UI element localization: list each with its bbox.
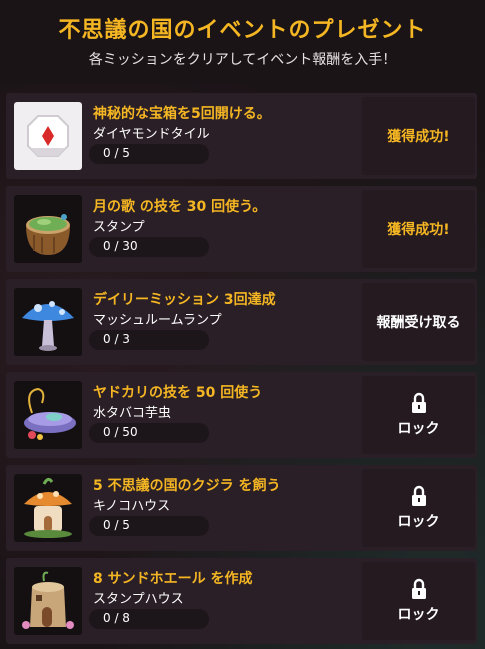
locked-mission-button[interactable]: ロック xyxy=(362,469,475,547)
mission-title: 神秘的な宝箱を5回開ける。 xyxy=(93,106,271,122)
mission-card: 5 不思議の国のクジラ を飼う キノコハウス 0 / 5 ロック xyxy=(6,465,477,551)
locked-mission-button[interactable]: ロック xyxy=(362,562,475,640)
progress-text: 0 / 8 xyxy=(103,611,130,625)
mission-title: デイリーミッション 3回達成 xyxy=(93,292,276,308)
mushroom-house-icon xyxy=(14,474,82,542)
event-title: 不思議の国のイベントのプレゼント xyxy=(58,18,427,43)
progress-bar: 0 / 3 xyxy=(89,330,209,350)
lock-label: ロック xyxy=(397,421,440,437)
mission-reward: ダイヤモンドタイル xyxy=(93,127,210,142)
progress-bar: 0 / 30 xyxy=(89,237,209,257)
mission-card: 8 サンドホエール を作成 スタンプハウス 0 / 8 ロック xyxy=(6,558,477,644)
mission-title: 月の歌 の技を 30 回使う。 xyxy=(93,199,267,215)
mission-status-button[interactable]: 獲得成功! xyxy=(362,190,475,268)
mission-reward: スタンプ xyxy=(93,220,145,235)
mission-card: デイリーミッション 3回達成 マッシュルームランプ 0 / 3 報酬受け取る xyxy=(6,279,477,365)
event-subtitle: 各ミッションをクリアしてイベント報酬を入手！ xyxy=(88,52,397,68)
stump-icon xyxy=(14,195,82,263)
progress-text: 0 / 5 xyxy=(103,146,130,160)
mission-reward: スタンプハウス xyxy=(93,592,184,607)
mission-reward: マッシュルームランプ xyxy=(93,313,222,328)
lock-icon xyxy=(411,485,426,506)
mushroom-lamp-icon xyxy=(14,288,82,356)
locked-mission-button[interactable]: ロック xyxy=(362,376,475,454)
progress-bar: 0 / 50 xyxy=(89,423,209,443)
mission-card: 神秘的な宝箱を5回開ける。 ダイヤモンドタイル 0 / 5 獲得成功! xyxy=(6,93,477,179)
event-header: 不思議の国のイベントのプレゼント 各ミッションをクリアしてイベント報酬を入手！ xyxy=(0,0,485,84)
progress-bar: 0 / 5 xyxy=(89,516,209,536)
diamond-tile-icon xyxy=(14,102,82,170)
progress-text: 0 / 50 xyxy=(103,425,138,439)
mission-status-label: 獲得成功! xyxy=(387,222,450,238)
progress-text: 0 / 30 xyxy=(103,239,138,253)
mission-title: 8 サンドホエール を作成 xyxy=(93,571,253,587)
mission-card: ヤドカリの技を 50 回使う 水タバコ芋虫 0 / 50 ロック xyxy=(6,372,477,458)
stump-house-icon xyxy=(14,567,82,635)
lock-icon xyxy=(411,392,426,413)
lock-icon xyxy=(411,578,426,599)
claim-reward-button[interactable]: 報酬受け取る xyxy=(362,283,475,361)
mission-title: ヤドカリの技を 50 回使う xyxy=(93,385,263,401)
mission-title: 5 不思議の国のクジラ を飼う xyxy=(93,478,281,494)
mission-reward: 水タバコ芋虫 xyxy=(93,406,172,421)
progress-text: 0 / 5 xyxy=(103,518,130,532)
mission-status-label: 報酬受け取る xyxy=(376,315,461,331)
lock-label: ロック xyxy=(397,514,440,530)
progress-text: 0 / 3 xyxy=(103,332,130,346)
lock-label: ロック xyxy=(397,607,440,623)
mission-reward: キノコハウス xyxy=(93,499,171,514)
mission-status-button[interactable]: 獲得成功! xyxy=(362,97,475,175)
progress-bar: 0 / 8 xyxy=(89,609,209,629)
mission-status-label: 獲得成功! xyxy=(387,129,450,145)
progress-bar: 0 / 5 xyxy=(89,144,209,164)
mission-card: 月の歌 の技を 30 回使う。 スタンプ 0 / 30 獲得成功! xyxy=(6,186,477,272)
hookah-caterpillar-icon xyxy=(14,381,82,449)
